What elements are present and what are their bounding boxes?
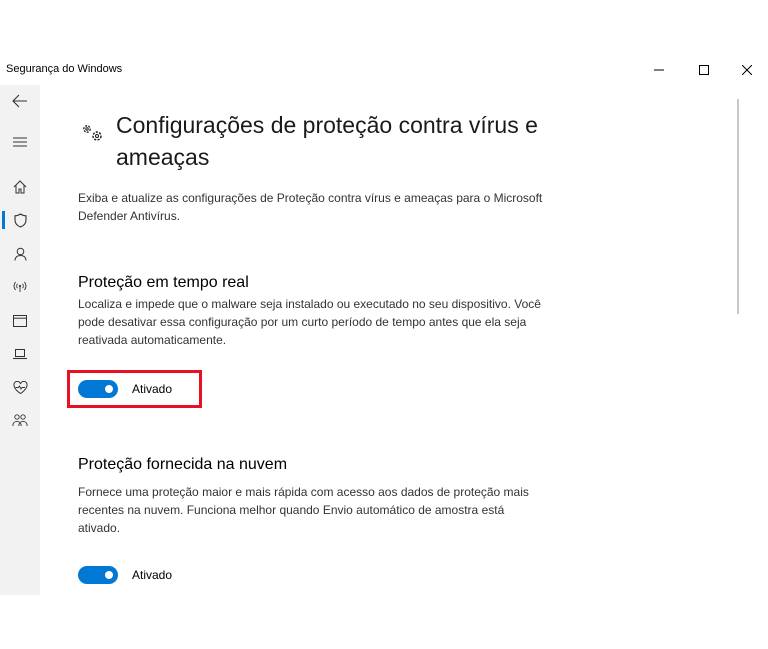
- hamburger-menu-icon: [13, 137, 27, 147]
- cloud-protection-toggle[interactable]: [78, 566, 118, 584]
- sidebar: [0, 85, 40, 595]
- wireless-icon: [13, 281, 27, 292]
- cloud-protection-toggle-row[interactable]: Ativado: [78, 564, 172, 586]
- gears-icon: [83, 125, 102, 141]
- maximize-button[interactable]: [689, 59, 719, 81]
- close-button[interactable]: [732, 59, 762, 81]
- sidebar-item-device-security[interactable]: [0, 340, 40, 368]
- browser-window-icon: [13, 315, 27, 327]
- toggle-state-label: Ativado: [132, 568, 173, 582]
- app-title: Segurança do Windows: [6, 63, 123, 75]
- back-arrow-icon: [12, 94, 27, 108]
- menu-button[interactable]: [0, 128, 40, 156]
- minimize-icon: [654, 69, 664, 71]
- sidebar-item-app-browser-control[interactable]: [0, 307, 40, 335]
- sidebar-item-home[interactable]: [0, 173, 40, 201]
- maximize-icon: [699, 65, 709, 75]
- app-window: Segurança do Windows Configurações de pr…: [0, 57, 768, 595]
- main-content: Configurações de proteção contra vírus e…: [40, 85, 730, 595]
- page-title: Configurações de proteção contra vírus e…: [116, 112, 538, 170]
- sidebar-item-device-performance[interactable]: [0, 373, 40, 401]
- highlight-box: [67, 370, 202, 408]
- title-bar: Segurança do Windows: [0, 57, 768, 85]
- heart-health-icon: [12, 380, 28, 394]
- scrollbar[interactable]: [737, 99, 739, 314]
- home-icon: [13, 180, 27, 194]
- toggle-knob: [105, 571, 113, 579]
- page-description: Exiba e atualize as configurações de Pro…: [78, 191, 543, 223]
- back-button[interactable]: [0, 87, 40, 115]
- family-icon: [12, 413, 28, 426]
- sidebar-item-firewall[interactable]: [0, 273, 40, 301]
- laptop-icon: [13, 348, 27, 359]
- sidebar-item-family-options[interactable]: [0, 406, 40, 434]
- sidebar-item-account-protection[interactable]: [0, 240, 40, 268]
- person-icon: [14, 247, 26, 261]
- sidebar-item-virus-protection[interactable]: [0, 206, 40, 234]
- shield-icon: [13, 212, 27, 228]
- close-icon: [742, 65, 752, 75]
- section-title-real-time: Proteção em tempo real: [78, 274, 249, 291]
- section-title-cloud: Proteção fornecida na nuvem: [78, 456, 288, 473]
- section-description-cloud: Fornece uma proteção maior e mais rápida…: [78, 485, 529, 535]
- section-description-real-time: Localiza e impede que o malware seja ins…: [78, 297, 541, 347]
- minimize-button[interactable]: [644, 59, 674, 81]
